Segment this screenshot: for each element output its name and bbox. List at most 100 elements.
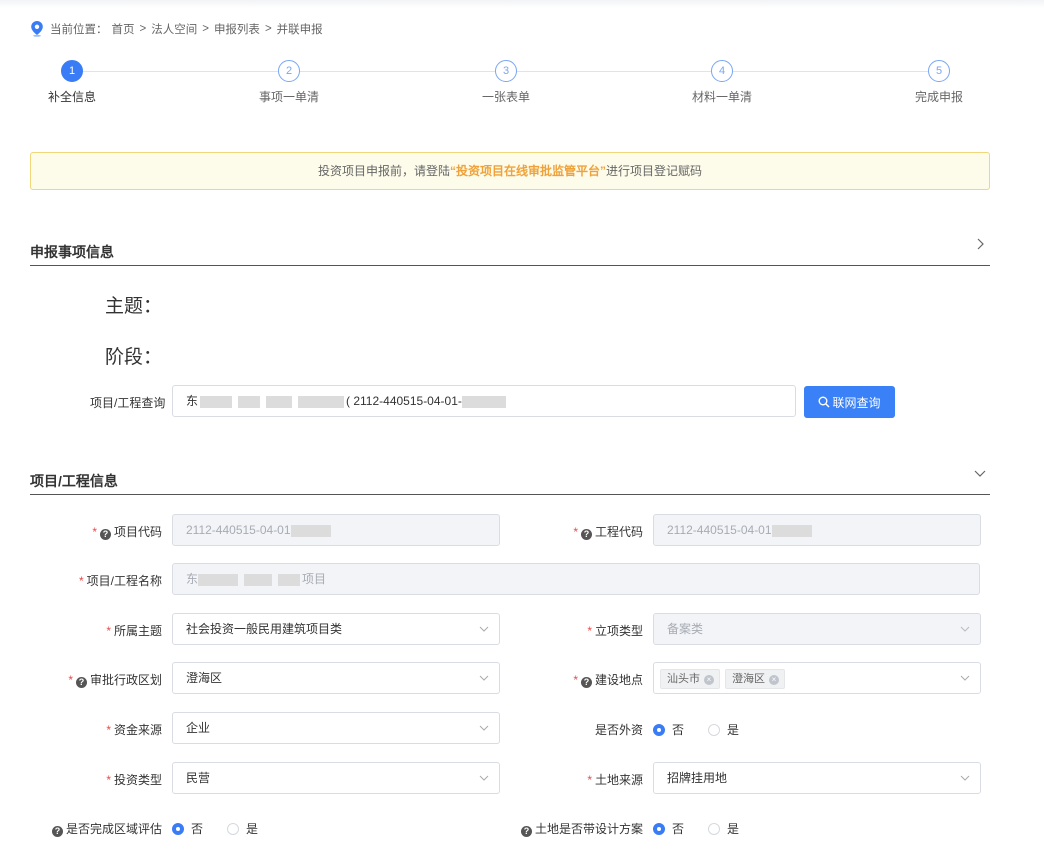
close-icon[interactable]: × xyxy=(704,674,714,685)
radio-label: 否 xyxy=(672,822,685,836)
help-icon[interactable]: ? xyxy=(520,826,532,837)
project-type-label: * 立项类型 xyxy=(587,622,643,639)
progress-steps: 1 补全信息 2 事项一单清 3 一张表单 4 材料一单清 5 完成申报 xyxy=(0,60,1044,110)
step-label: 完成申报 xyxy=(914,90,963,104)
label-text: 土地是否带设计方案 xyxy=(534,822,643,836)
breadcrumb-declare-list[interactable]: 申报列表 xyxy=(214,21,260,37)
redacted-block xyxy=(244,573,273,586)
foreign-capital-label: 是否外资 xyxy=(594,723,643,737)
notice-text-end: 进行项目登记赋码 xyxy=(606,164,703,178)
chevron-down-icon xyxy=(960,626,970,632)
chevron-down-icon xyxy=(960,775,970,781)
top-shade xyxy=(0,0,1044,8)
step-number: 2 xyxy=(278,60,300,82)
label-text: 土地来源 xyxy=(594,773,643,787)
section-declare-items[interactable]: 申报事项信息 xyxy=(30,236,990,266)
project-code-label: *? 项目代码 xyxy=(92,523,162,540)
step-4[interactable]: 4 材料一单清 xyxy=(662,60,782,105)
label-text: 建设地点 xyxy=(594,673,643,687)
invest-type-select[interactable]: 民营 xyxy=(172,762,500,794)
project-type-select[interactable]: 备案类 xyxy=(653,613,981,645)
step-2[interactable]: 2 事项一单清 xyxy=(229,60,349,105)
step-label: 补全信息 xyxy=(47,90,96,104)
label-text: 资金来源 xyxy=(113,723,162,737)
step-number: 1 xyxy=(61,60,83,82)
breadcrumb-separator: > xyxy=(264,23,272,35)
regional-eval-yes-radio[interactable]: 是 xyxy=(227,820,258,837)
select-value: 招牌挂用地 xyxy=(667,771,728,785)
chevron-down-icon[interactable] xyxy=(974,467,986,479)
label-text: 项目/工程名称 xyxy=(86,574,162,588)
chevron-down-icon xyxy=(479,675,489,681)
redacted-block xyxy=(290,524,331,537)
land-source-label: * 土地来源 xyxy=(587,771,643,788)
select-value: 社会投资一般民用建筑项目类 xyxy=(186,622,343,636)
foreign-capital-radio-group: 否 是 xyxy=(653,721,763,738)
build-location-select[interactable]: 汕头市 × 澄海区 × xyxy=(653,662,981,694)
project-query-label: 项目/工程查询 xyxy=(90,396,166,410)
foreign-capital-yes-radio[interactable]: 是 xyxy=(708,721,739,738)
redacted-block xyxy=(461,395,506,408)
fund-source-select[interactable]: 企业 xyxy=(172,712,500,744)
regional-eval-no-radio[interactable]: 否 xyxy=(172,820,203,837)
close-icon[interactable]: × xyxy=(769,674,779,685)
land-design-no-radio[interactable]: 否 xyxy=(653,820,684,837)
chevron-down-icon xyxy=(960,675,970,681)
help-icon[interactable]: ? xyxy=(580,677,592,688)
radio-label: 否 xyxy=(672,723,685,737)
notice-platform-link[interactable]: “投资项目在线审批监管平台” xyxy=(450,164,606,178)
section-project-info[interactable]: 项目/工程信息 xyxy=(30,465,990,495)
help-icon[interactable]: ? xyxy=(580,529,592,540)
stage-label: 阶段： xyxy=(105,347,163,368)
label-text: 是否完成区域评估 xyxy=(65,822,162,836)
query-button-label: 联网查询 xyxy=(832,395,881,410)
redacted-block xyxy=(266,395,293,408)
radio-label: 是 xyxy=(727,822,740,836)
location-tag: 澄海区 × xyxy=(725,668,785,689)
radio-label: 是 xyxy=(246,822,259,836)
label-text: 投资类型 xyxy=(113,773,162,787)
step-1[interactable]: 1 补全信息 xyxy=(12,60,132,105)
label-text: 所属主题 xyxy=(113,624,162,638)
step-3[interactable]: 3 一张表单 xyxy=(446,60,566,105)
theme-label: * 所属主题 xyxy=(106,622,162,639)
foreign-capital-no-radio[interactable]: 否 xyxy=(653,721,684,738)
required-mark: * xyxy=(92,525,97,539)
land-design-yes-radio[interactable]: 是 xyxy=(708,820,739,837)
tag-text: 汕头市 xyxy=(667,672,700,685)
redacted-block xyxy=(298,395,345,408)
label-text: 立项类型 xyxy=(594,624,643,638)
project-name-field[interactable]: 东 项目 xyxy=(172,563,980,595)
tag-text: 澄海区 xyxy=(732,672,765,685)
breadcrumb-legal-space[interactable]: 法人空间 xyxy=(151,21,197,37)
breadcrumb-separator: > xyxy=(139,23,147,35)
help-icon[interactable]: ? xyxy=(99,529,111,540)
build-location-label: *? 建设地点 xyxy=(573,671,643,688)
theme-select[interactable]: 社会投资一般民用建筑项目类 xyxy=(172,613,500,645)
required-mark: * xyxy=(573,673,578,687)
online-query-button[interactable]: 联网查询 xyxy=(804,386,895,418)
field-value: 2112-440515-04-01 xyxy=(186,523,291,537)
chevron-right-icon[interactable] xyxy=(974,238,986,250)
project-query-input[interactable]: 东 ( 2112-440515-04-01- xyxy=(172,385,796,417)
required-mark: * xyxy=(573,525,578,539)
radio-dot xyxy=(708,723,721,736)
radio-label: 是 xyxy=(727,723,740,737)
regional-eval-radio-group: 否 是 xyxy=(172,820,282,837)
approval-region-select[interactable]: 澄海区 xyxy=(172,662,500,694)
label-text: 工程代码 xyxy=(594,525,643,539)
land-source-select[interactable]: 招牌挂用地 xyxy=(653,762,981,794)
help-icon[interactable]: ? xyxy=(75,677,87,688)
required-mark: * xyxy=(106,773,111,787)
help-icon[interactable]: ? xyxy=(51,826,63,837)
select-value: 备案类 xyxy=(667,622,704,636)
redacted-block xyxy=(200,395,233,408)
approval-region-label: *? 审批行政区划 xyxy=(68,671,162,688)
breadcrumb-home[interactable]: 首页 xyxy=(112,21,135,37)
engineering-code-field[interactable]: 2112-440515-04-01 xyxy=(653,514,981,546)
project-code-field[interactable]: 2112-440515-04-01 xyxy=(172,514,500,546)
label-text: 项目代码 xyxy=(113,525,162,539)
invest-type-label: * 投资类型 xyxy=(106,771,162,788)
chevron-down-icon xyxy=(479,725,489,731)
step-5[interactable]: 5 完成申报 xyxy=(879,60,999,105)
